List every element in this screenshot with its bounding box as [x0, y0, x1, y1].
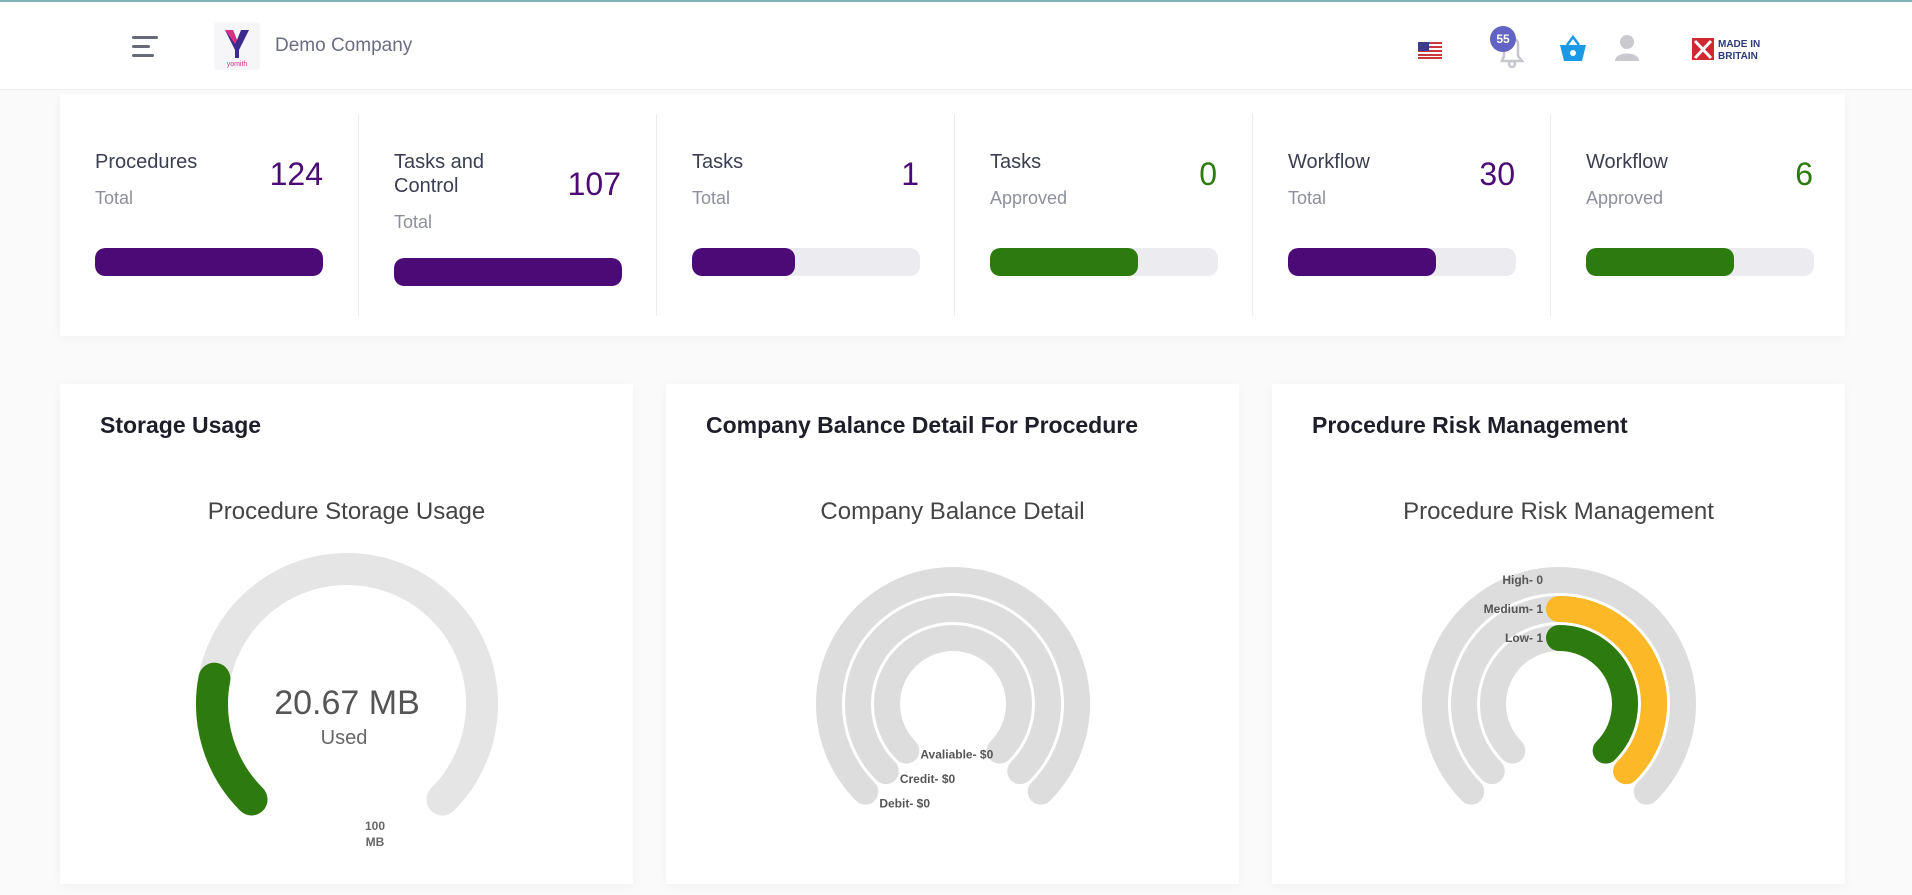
- stat-progress-bar: [990, 248, 1218, 276]
- stat-subtitle: Approved: [990, 188, 1068, 208]
- us-flag-icon[interactable]: [1418, 42, 1442, 59]
- made-in-text-1: MADE IN: [1718, 39, 1760, 50]
- risk-label-medium: Medium- 1: [1484, 602, 1544, 616]
- stat-tile[interactable]: Workflow Approved 6: [1550, 114, 1848, 316]
- risk-label-high: High- 0: [1502, 573, 1543, 587]
- stat-title: Tasks and Control: [394, 151, 485, 197]
- stat-tile[interactable]: Tasks and Control Total 107: [358, 114, 656, 316]
- stat-subtitle: Total: [394, 212, 433, 232]
- stat-progress-fill: [1586, 248, 1735, 276]
- stat-tile[interactable]: Workflow Total 30: [1252, 114, 1550, 316]
- stat-tile[interactable]: Procedures Total 124: [60, 114, 358, 316]
- balance-label-credit: Credit- $0: [900, 772, 956, 786]
- stat-value: 1: [901, 156, 919, 192]
- stat-tile[interactable]: Tasks Total 1: [656, 114, 954, 316]
- stat-title: Procedures: [95, 151, 198, 173]
- stat-progress-bar: [692, 248, 920, 276]
- top-header: yomith Demo Company 55 MADE IN BRITAIN: [0, 2, 1912, 90]
- stat-value: 107: [567, 166, 621, 202]
- stat-subtitle: Total: [1288, 188, 1327, 208]
- storage-max-label-1: 100: [365, 819, 385, 833]
- stat-progress-fill: [692, 248, 795, 276]
- balance-label-avaliable: Avaliable- $0: [920, 748, 993, 762]
- hamburger-menu-icon[interactable]: [132, 36, 160, 60]
- risk-ring-fill-low: [1546, 625, 1638, 764]
- basket-icon[interactable]: [1558, 34, 1588, 64]
- made-in-britain-logo: MADE IN BRITAIN: [1692, 36, 1786, 62]
- stat-subtitle: Total: [95, 188, 134, 208]
- stat-progress-bar: [1288, 248, 1516, 276]
- stat-tile[interactable]: Tasks Approved 0: [954, 114, 1252, 316]
- storage-gauge-fill: [196, 662, 268, 816]
- made-in-text-2: BRITAIN: [1718, 51, 1758, 62]
- notification-count-badge: 55: [1490, 26, 1516, 52]
- stat-progress-fill: [394, 258, 622, 286]
- stats-panel: Procedures Total 124 Tasks and Control Total…: [60, 94, 1845, 336]
- balance-label-debit: Debit- $0: [879, 797, 930, 811]
- stat-progress-fill: [990, 248, 1139, 276]
- company-logo[interactable]: yomith: [214, 22, 260, 70]
- stat-subtitle: Approved: [1586, 188, 1664, 208]
- stat-title: Workflow: [1586, 151, 1668, 173]
- stat-title: Tasks: [990, 151, 1042, 173]
- stat-progress-bar: [394, 258, 622, 286]
- risk-management-card: Procedure Risk Management Procedure Risk…: [1272, 384, 1845, 884]
- balance-radial-chart: Avaliable- $0 Credit- $0 Debit- $0: [816, 567, 1090, 811]
- logo-text: yomith: [227, 61, 248, 68]
- stat-value: 30: [1479, 156, 1515, 192]
- stat-value: 124: [269, 156, 323, 192]
- storage-usage-card: Storage Usage Procedure Storage Usage 20…: [60, 384, 633, 884]
- risk-label-low: Low- 1: [1505, 631, 1543, 645]
- company-balance-card: Company Balance Detail For Procedure Com…: [666, 384, 1239, 884]
- company-name[interactable]: Demo Company: [275, 35, 412, 57]
- storage-used-value: 20.67 MB: [274, 684, 420, 722]
- stat-progress-bar: [95, 248, 323, 276]
- risk-radial-chart: High- 0 Medium- 1 Low- 1: [1422, 567, 1696, 805]
- stat-title: Workflow: [1288, 151, 1370, 173]
- storage-gauge-chart: 20.67 MB Used 100 MB: [196, 553, 498, 849]
- user-avatar-icon[interactable]: [1614, 34, 1640, 62]
- stat-title: Tasks: [692, 151, 744, 173]
- balance-ring-avaliable: [874, 625, 1032, 764]
- stat-progress-fill: [1288, 248, 1437, 276]
- stat-progress-fill: [95, 248, 323, 276]
- stat-progress-bar: [1586, 248, 1814, 276]
- stat-subtitle: Total: [692, 188, 731, 208]
- stat-value: 0: [1199, 156, 1217, 192]
- storage-max-label-2: MB: [366, 835, 385, 849]
- stat-value: 6: [1795, 156, 1813, 192]
- storage-used-caption: Used: [321, 727, 368, 749]
